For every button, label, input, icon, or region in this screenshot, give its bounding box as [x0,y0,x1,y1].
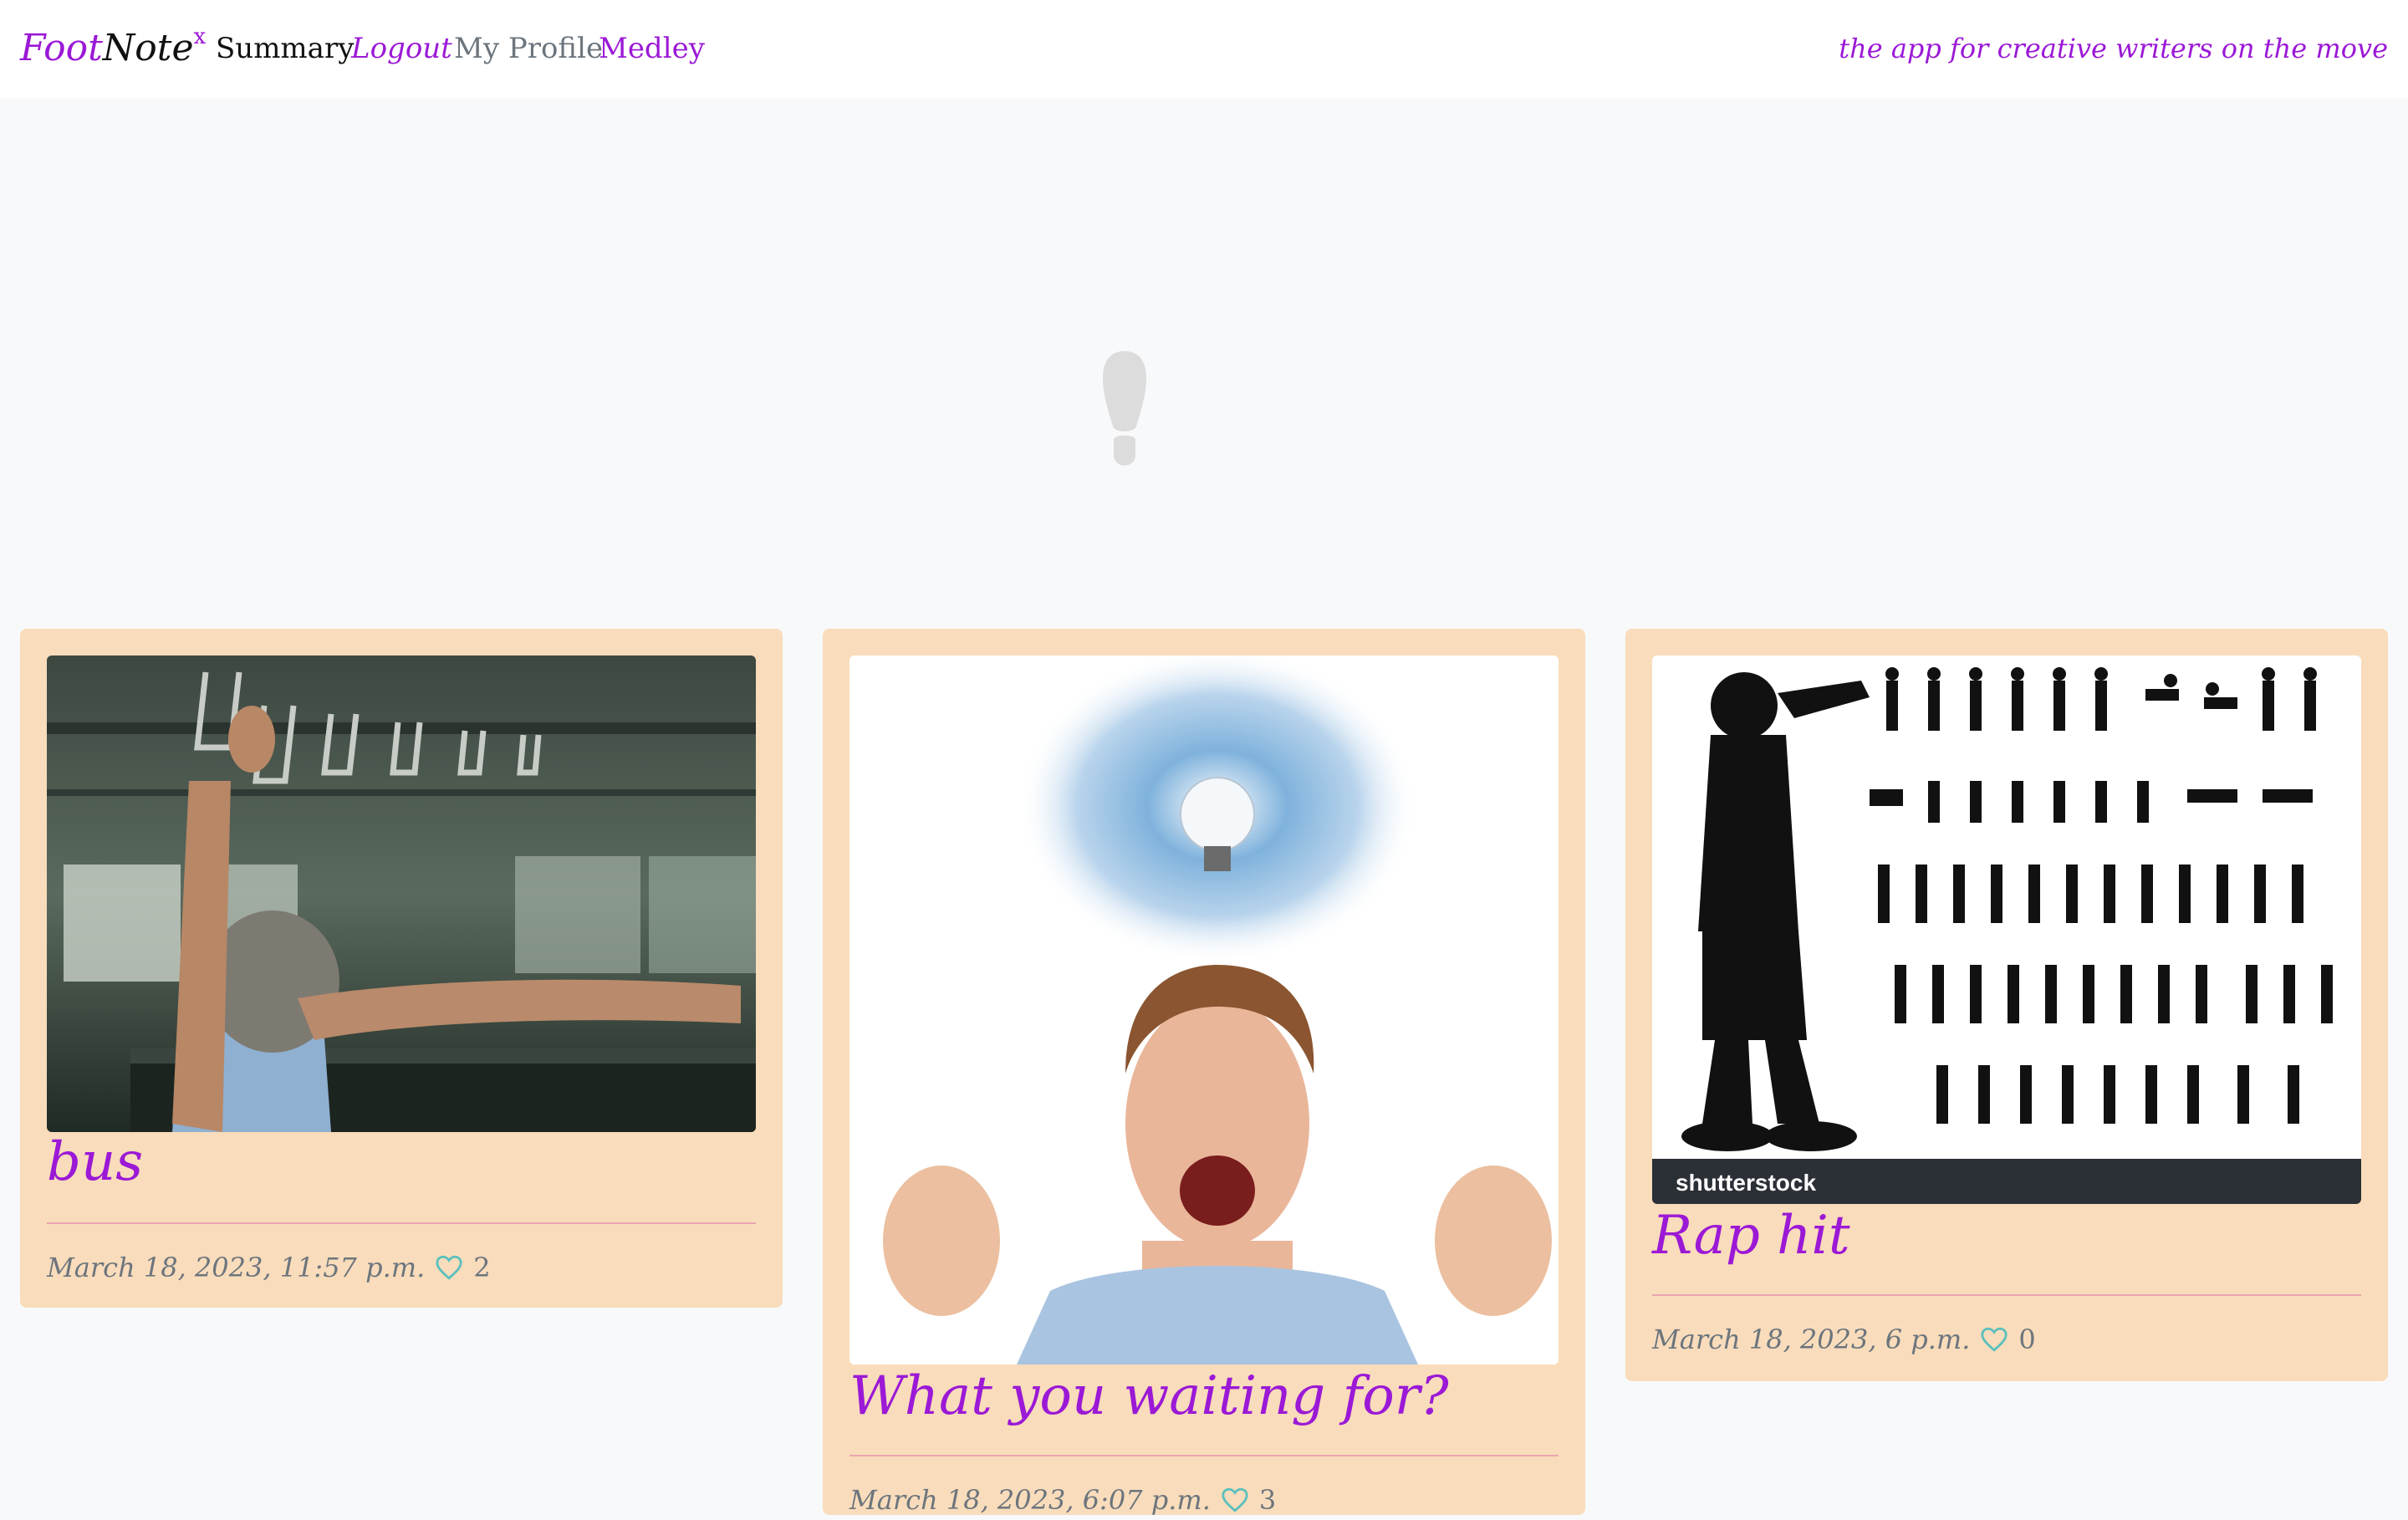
like-count: 3 [1258,1484,1277,1516]
tagline: the app for creative writers on the move [1839,33,2388,64]
shutterstock-watermark: shutterstock [1676,1170,1816,1196]
heart-icon[interactable] [435,1253,463,1282]
brand-foot: Foot [20,27,103,69]
card-divider [1652,1294,2361,1296]
post-title[interactable]: What you waiting for? [849,1363,1449,1430]
heart-icon[interactable] [1980,1325,2008,1354]
like-count: 2 [473,1252,491,1283]
card-divider [849,1455,1559,1456]
nav-logout-link[interactable]: Logout [351,30,452,67]
brand-logo[interactable]: FootNotex [20,22,206,80]
like-count: 0 [2018,1324,2036,1355]
post-meta: March 18, 2023, 11:57 p.m. 2 [47,1247,491,1288]
rapper-silhouettes-image[interactable]: shutterstock [1652,655,2361,1204]
post-date: March 18, 2023, 6 p.m. [1652,1324,1971,1355]
post-title[interactable]: bus [47,1129,143,1196]
post-card: What you waiting for? March 18, 2023, 6:… [823,629,1585,1516]
woman-lightbulb-photo[interactable] [849,655,1559,1364]
post-meta: March 18, 2023, 6 p.m. 0 [1652,1319,2036,1359]
nav-summary-link[interactable]: Summary [216,30,354,67]
post-date: March 18, 2023, 11:57 p.m. [47,1252,426,1283]
brand-superscript: x [193,24,207,49]
post-card: shutterstock Rap hit March 18, 2023, 6 p… [1625,629,2388,1381]
brand-note: Note [102,27,194,69]
post-meta: March 18, 2023, 6:07 p.m. 3 [849,1480,1276,1520]
post-title[interactable]: Rap hit [1652,1202,1850,1269]
navbar: FootNotex Summary Logout My Profile Medl… [0,0,2408,99]
footprint-icon [1099,349,1150,471]
post-date: March 18, 2023, 6:07 p.m. [849,1484,1211,1516]
nav-my-profile-link[interactable]: My Profile [454,30,603,67]
card-divider [47,1222,756,1224]
bus-interior-photo[interactable] [47,655,756,1132]
nav-medley-link[interactable]: Medley [599,30,705,67]
post-card: bus March 18, 2023, 11:57 p.m. 2 [20,629,783,1308]
heart-icon[interactable] [1221,1486,1249,1514]
